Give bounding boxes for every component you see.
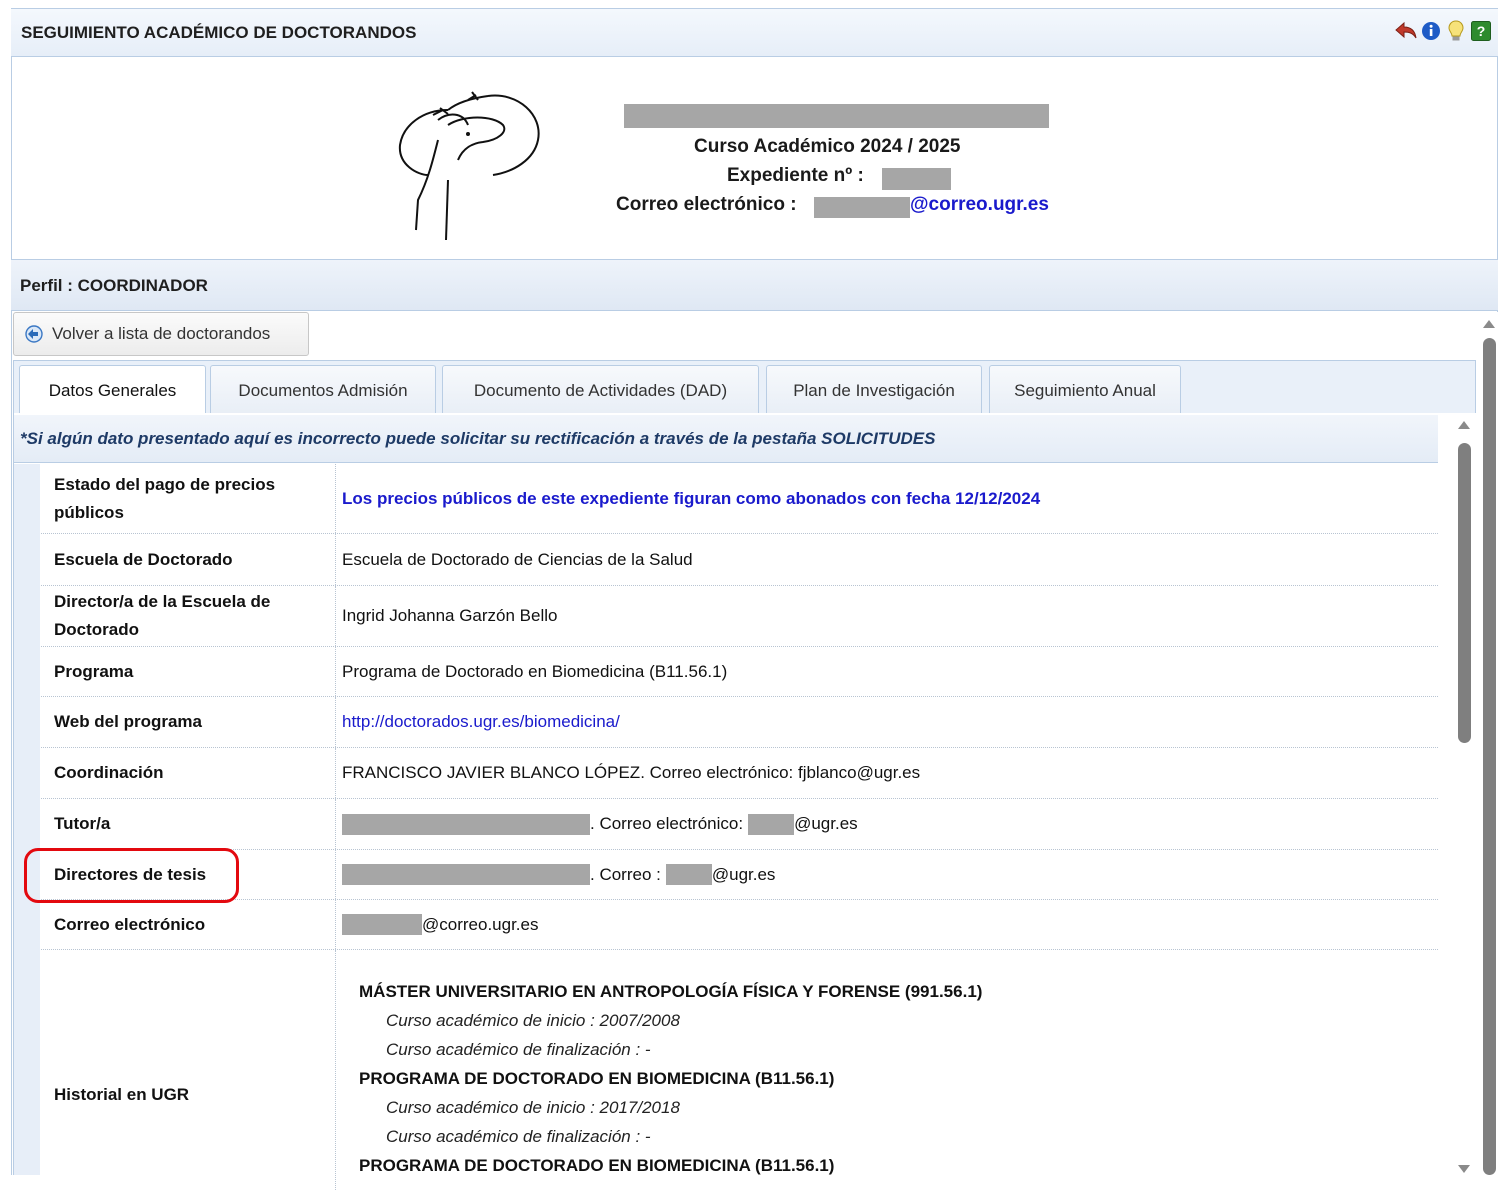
- outer-scrollbar[interactable]: [1480, 316, 1498, 1175]
- app-title-bar: SEGUIMIENTO ACADÉMICO DE DOCTORANDOS ?: [11, 8, 1498, 57]
- toolbar-icons: ?: [1395, 20, 1492, 42]
- svg-text:?: ?: [1477, 23, 1486, 39]
- redacted-student-name: [624, 104, 1049, 128]
- row-value-programa: Programa de Doctorado en Biomedicina (B1…: [342, 661, 728, 681]
- table-gutter: [14, 464, 40, 1175]
- redacted-director-email: [665, 864, 712, 885]
- row-label-escuela: Escuela de Doctorado: [41, 534, 336, 585]
- historial-title: PROGRAMA DE DOCTORADO EN BIOMEDICINA (B1…: [359, 1069, 835, 1088]
- back-button-label: Volver a lista de doctorandos: [52, 324, 271, 343]
- student-email-label: Correo electrónico :: [616, 194, 797, 215]
- historial-inicio: Curso académico de inicio : 2007/2008: [386, 1011, 680, 1030]
- scrollbar-thumb[interactable]: [1458, 443, 1471, 743]
- row-label-correo: Correo electrónico: [41, 900, 336, 949]
- row-value-director-escuela: Ingrid Johanna Garzón Bello: [342, 606, 558, 625]
- student-email-domain[interactable]: @correo.ugr.es: [910, 194, 1049, 216]
- row-value-historial: MÁSTER UNIVERSITARIO EN ANTROPOLOGÍA FÍS…: [337, 950, 1438, 1190]
- row-label-web: Web del programa: [41, 697, 336, 747]
- tab-seguimiento-anual[interactable]: Seguimiento Anual: [989, 365, 1181, 415]
- datos-generales-panel: *Si algún dato presentado aquí es incorr…: [13, 413, 1476, 1190]
- program-web-link[interactable]: http://doctorados.ugr.es/biomedicina/: [342, 712, 620, 732]
- table-row: Director/a de la Escuela de Doctorado In…: [41, 586, 1438, 647]
- historial-title: PROGRAMA DE DOCTORADO EN BIOMEDICINA (B1…: [359, 1156, 835, 1175]
- scroll-up-arrow-icon[interactable]: [1458, 421, 1470, 429]
- student-header: Curso Académico 2024 / 2025 Expediente n…: [12, 58, 1497, 259]
- redacted-tutor-name: [342, 813, 590, 835]
- table-row: Web del programa http://doctorados.ugr.e…: [41, 697, 1438, 748]
- table-row: Escuela de Doctorado Escuela de Doctorad…: [41, 534, 1438, 586]
- redacted-email-user: [814, 197, 910, 218]
- historial-title: MÁSTER UNIVERSITARIO EN ANTROPOLOGÍA FÍS…: [359, 982, 983, 1001]
- correction-notice: *Si algún dato presentado aquí es incorr…: [14, 415, 1438, 463]
- table-row: Historial en UGR MÁSTER UNIVERSITARIO EN…: [41, 950, 1438, 1190]
- table-row: Correo electrónico @correo.ugr.es: [41, 900, 1438, 950]
- highlight-annotation: [24, 848, 239, 903]
- tab-datos-generales[interactable]: Datos Generales: [19, 365, 206, 416]
- row-label-programa: Programa: [41, 647, 336, 696]
- tab-strip: Datos Generales Documentos Admisión Docu…: [13, 360, 1476, 416]
- redacted-tutor-email: [748, 813, 795, 835]
- row-value-escuela: Escuela de Doctorado de Ciencias de la S…: [342, 549, 693, 569]
- table-row: Coordinación FRANCISCO JAVIER BLANCO LÓP…: [41, 748, 1438, 799]
- student-drawing-logo: [388, 80, 548, 245]
- tab-plan-investigacion[interactable]: Plan de Investigación: [766, 365, 982, 415]
- info-icon[interactable]: [1420, 20, 1442, 42]
- expediente-label: Expediente nº :: [727, 165, 864, 186]
- back-arrow-icon[interactable]: [1395, 20, 1417, 42]
- help-icon[interactable]: ?: [1470, 20, 1492, 42]
- row-label-tutor: Tutor/a: [41, 799, 336, 849]
- arrow-left-circle-icon: [25, 325, 43, 343]
- row-value-pago: Los precios públicos de este expediente …: [342, 488, 1041, 508]
- row-label-director-escuela: Director/a de la Escuela de Doctorado: [41, 586, 336, 646]
- lightbulb-icon[interactable]: [1445, 20, 1467, 42]
- historial-inicio: Curso académico de inicio : 2017/2018: [386, 1098, 680, 1117]
- course-year: Curso Académico 2024 / 2025: [694, 136, 961, 157]
- tab-documento-actividades[interactable]: Documento de Actividades (DAD): [442, 365, 759, 415]
- profile-label: Perfil : COORDINADOR: [20, 276, 208, 295]
- row-value-tutor: . Correo electrónico: @ugr.es: [337, 799, 1438, 849]
- row-value-correo: @correo.ugr.es: [337, 900, 1438, 949]
- profile-bar: Perfil : COORDINADOR: [11, 259, 1498, 311]
- redacted-expediente-number: [882, 168, 951, 190]
- app-title: SEGUIMIENTO ACADÉMICO DE DOCTORANDOS: [21, 23, 417, 42]
- row-value-web: http://doctorados.ugr.es/biomedicina/: [337, 697, 1438, 747]
- row-label-historial: Historial en UGR: [41, 950, 336, 1190]
- row-value-directores: . Correo : @ugr.es: [337, 850, 1438, 899]
- table-row: Programa Programa de Doctorado en Biomed…: [41, 647, 1438, 697]
- table-row: Estado del pago de precios públicos Los …: [41, 464, 1438, 534]
- row-label-pago: Estado del pago de precios públicos: [41, 464, 336, 533]
- redacted-director-name: [342, 864, 590, 885]
- scroll-down-arrow-icon[interactable]: [1458, 1165, 1470, 1173]
- scrollbar-thumb[interactable]: [1483, 338, 1496, 1175]
- tab-documentos-admision[interactable]: Documentos Admisión: [210, 365, 436, 415]
- table-row: Directores de tesis . Correo : @ugr.es: [41, 850, 1438, 900]
- row-value-coordinacion: FRANCISCO JAVIER BLANCO LÓPEZ. Correo el…: [342, 763, 921, 782]
- historial-list: MÁSTER UNIVERSITARIO EN ANTROPOLOGÍA FÍS…: [359, 977, 982, 1180]
- redacted-email-user: [342, 914, 422, 935]
- historial-fin: Curso académico de finalización : -: [386, 1127, 651, 1146]
- back-to-list-button[interactable]: Volver a lista de doctorandos: [13, 312, 309, 356]
- scroll-up-arrow-icon[interactable]: [1483, 320, 1495, 328]
- inner-scrollbar[interactable]: [1455, 417, 1473, 1175]
- row-label-coordinacion: Coordinación: [41, 748, 336, 798]
- historial-fin: Curso académico de finalización : -: [386, 1040, 651, 1059]
- table-row: Tutor/a . Correo electrónico: @ugr.es: [41, 799, 1438, 850]
